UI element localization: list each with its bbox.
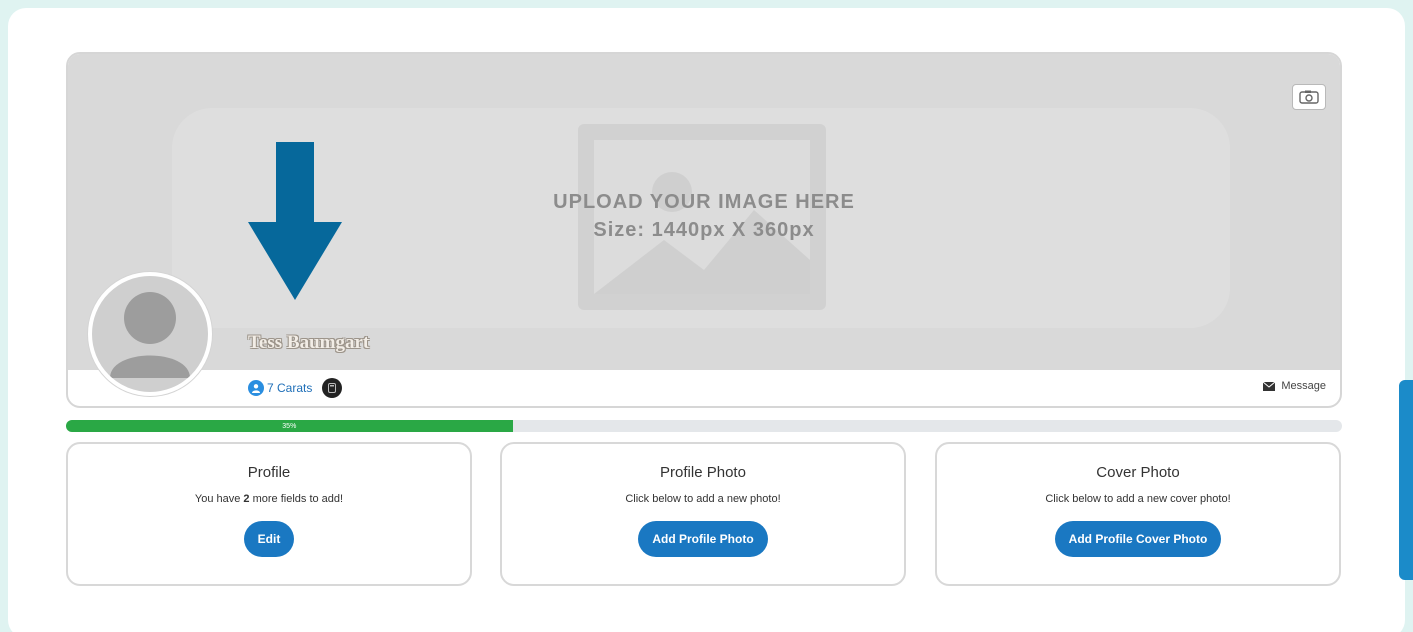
profile-photo-card: Profile Photo Click below to add a new p… (500, 442, 906, 586)
camera-icon (1299, 90, 1319, 104)
card-title: Profile (247, 464, 291, 481)
avatar-placeholder-icon (110, 292, 190, 378)
badge-icon[interactable] (322, 378, 343, 398)
profile-progress-bar: 35% (66, 420, 1342, 432)
message-button[interactable]: Message (1263, 380, 1326, 392)
card-description: You have 2 more fields to add! (194, 493, 344, 505)
progress-label: 35% (282, 422, 297, 430)
card-description: Click below to add a new photo! (625, 493, 781, 505)
message-label: Message (1281, 380, 1326, 392)
envelope-icon (1263, 381, 1276, 391)
carats-label: 7 Carats (267, 381, 313, 395)
cover-photo-card: Cover Photo Click below to add a new cov… (935, 442, 1341, 586)
card-description: Click below to add a new cover photo! (1045, 493, 1231, 505)
carats-link[interactable]: 7 Carats (248, 380, 312, 396)
add-profile-photo-button[interactable]: Add Profile Photo (638, 521, 768, 557)
card-title: Cover Photo (1096, 464, 1180, 481)
completion-cards: Profile You have 2 more fields to add! E… (66, 442, 1342, 586)
card-title: Profile Photo (660, 464, 746, 481)
add-cover-photo-button[interactable]: Add Profile Cover Photo (1054, 521, 1222, 557)
profile-name: Tess Baumgart (248, 332, 370, 353)
side-accent (1399, 380, 1413, 580)
progress-fill: 35% (66, 420, 513, 432)
arrow-down-icon (248, 142, 342, 300)
profile-card: Profile You have 2 more fields to add! E… (66, 442, 472, 586)
change-cover-button[interactable] (1292, 84, 1326, 110)
user-icon (248, 380, 264, 396)
profile-meta: 7 Carats (248, 378, 343, 398)
edit-button[interactable]: Edit (243, 521, 295, 557)
profile-avatar[interactable] (88, 272, 212, 396)
